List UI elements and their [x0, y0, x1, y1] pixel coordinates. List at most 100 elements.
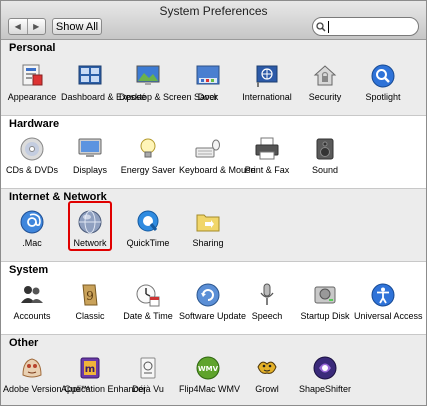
item-label: ShapeShifter [298, 384, 352, 394]
section-title: Other [9, 337, 39, 349]
pref-classic[interactable]: 9 Classic [61, 282, 119, 321]
section-system: System Accounts 9 Classic Date & Time So… [1, 262, 426, 334]
pref-flip4mac-wmv[interactable]: WMV Flip4Mac WMV [179, 355, 240, 394]
item-label: Displays [72, 165, 107, 175]
section-internet-network: Internet & Network .Mac Network QuickTim… [1, 189, 426, 261]
svg-text:WMV: WMV [198, 365, 219, 373]
pref-date-time[interactable]: Date & Time [119, 282, 177, 321]
universal-access-icon [371, 283, 395, 307]
pref-desktop-screen-saver[interactable]: Desktop & Screen Saver [119, 63, 218, 102]
appearance-icon [22, 64, 43, 86]
pref-growl[interactable]: Growl [238, 355, 296, 394]
pref-universal-access[interactable]: Universal Access [354, 282, 423, 321]
pref-accounts[interactable]: Accounts [3, 282, 61, 321]
item-label: Software Update [179, 311, 247, 321]
pref-international[interactable]: International [238, 63, 296, 102]
item-label: Date & Time [123, 311, 173, 321]
search-field[interactable] [312, 17, 419, 36]
magnifier-icon [371, 64, 395, 88]
item-label: Security [308, 92, 342, 102]
item-label: Appearance [7, 92, 57, 102]
pref-software-update[interactable]: Software Update [179, 282, 247, 321]
pref-cds-dvds[interactable]: CDs & DVDs [3, 136, 61, 175]
item-label: Speech [251, 311, 283, 321]
forward-arrow-icon[interactable]: ▶ [26, 19, 46, 34]
item-label: Accounts [13, 311, 51, 321]
pref-displays[interactable]: Displays [61, 136, 119, 175]
title-bar: System Preferences ◀ ▶ Show All [1, 1, 426, 40]
pref-appearance[interactable]: Appearance [3, 63, 61, 102]
app-enhancer-icon: m [80, 357, 100, 379]
pref-adobe-version-cue[interactable]: Adobe Version Cue™ [3, 355, 90, 394]
lightbulb-icon [140, 138, 156, 158]
item-label: Universal Access [354, 311, 423, 321]
item-label: Dock [197, 92, 219, 102]
pref-spotlight[interactable]: Spotlight [354, 63, 412, 102]
section-hardware: Hardware CDs & DVDs Displays Energy Save… [1, 116, 426, 188]
pref-speech[interactable]: Speech [238, 282, 296, 321]
section-title: Hardware [9, 118, 60, 130]
pref-energy-saver[interactable]: Energy Saver [119, 136, 177, 175]
svg-text:m: m [85, 364, 95, 375]
pref-print-fax[interactable]: Print & Fax [238, 136, 296, 175]
search-icon [316, 21, 326, 32]
item-label: International [242, 92, 292, 102]
back-arrow-icon[interactable]: ◀ [9, 19, 27, 34]
adobe-icon [22, 358, 42, 378]
item-label: Déjà Vu [132, 384, 164, 394]
section-title: Personal [9, 42, 56, 54]
section-personal: Personal Appearance Dashboard & Exposé D… [1, 40, 426, 115]
show-all-button[interactable]: Show All [52, 18, 102, 35]
item-label: QuickTime [126, 238, 170, 248]
pref-sound[interactable]: Sound [296, 136, 354, 175]
classic-icon: 9 [82, 284, 98, 306]
item-label: Desktop & Screen Saver [119, 92, 218, 102]
pref-shapeshifter[interactable]: ShapeShifter [296, 355, 354, 394]
search-input[interactable] [328, 20, 411, 33]
item-label: Adobe Version Cue™ [3, 384, 90, 394]
microphone-icon [260, 283, 274, 305]
shapeshifter-icon [313, 356, 337, 380]
disc-icon [20, 137, 44, 161]
item-label: Dashboard & Exposé [61, 92, 147, 102]
desktop-icon [136, 65, 160, 85]
speaker-icon [316, 138, 334, 160]
item-label: Startup Disk [300, 311, 350, 321]
item-label: Energy Saver [120, 165, 176, 175]
wmv-icon: WMV [196, 356, 220, 380]
pref-application-enhancer[interactable]: m Application Enhancer [61, 355, 146, 394]
item-label: Growl [255, 384, 279, 394]
dock-icon [196, 65, 220, 85]
growl-icon [257, 361, 277, 374]
pref-mac[interactable]: .Mac [3, 209, 61, 248]
item-label: Print & Fax [244, 165, 290, 175]
pref-keyboard-mouse[interactable]: Keyboard & Mouse [179, 136, 256, 175]
system-preferences-window: System Preferences ◀ ▶ Show All Personal… [0, 0, 427, 406]
house-lock-icon [313, 65, 337, 86]
pref-dock[interactable]: Dock [179, 63, 237, 102]
pref-dashboard-expose[interactable]: Dashboard & Exposé [61, 63, 147, 102]
pref-sharing[interactable]: Sharing [179, 209, 237, 248]
item-label: Keyboard & Mouse [179, 165, 256, 175]
pref-startup-disk[interactable]: Startup Disk [296, 282, 354, 321]
dashboard-icon [78, 65, 102, 85]
pref-security[interactable]: Security [296, 63, 354, 102]
pref-quicktime[interactable]: QuickTime [119, 209, 177, 248]
network-highlight-box [68, 201, 112, 251]
window-title: System Preferences [159, 4, 268, 18]
section-title: System [9, 264, 49, 276]
item-label: Spotlight [365, 92, 401, 102]
quicktime-icon [137, 210, 159, 232]
clock-icon [136, 284, 160, 307]
accounts-icon [21, 286, 43, 303]
item-label: Sharing [192, 238, 224, 248]
keyboard-icon [195, 139, 220, 158]
pref-deja-vu[interactable]: Déjà Vu [119, 355, 177, 394]
update-icon [196, 283, 220, 307]
item-label: CDs & DVDs [5, 165, 58, 175]
section-other: Other Adobe Version Cue™ m Application E… [1, 335, 426, 405]
item-label: Classic [75, 311, 105, 321]
printer-icon [255, 137, 279, 160]
globe-flag-icon [256, 65, 278, 87]
item-label: Sound [311, 165, 339, 175]
